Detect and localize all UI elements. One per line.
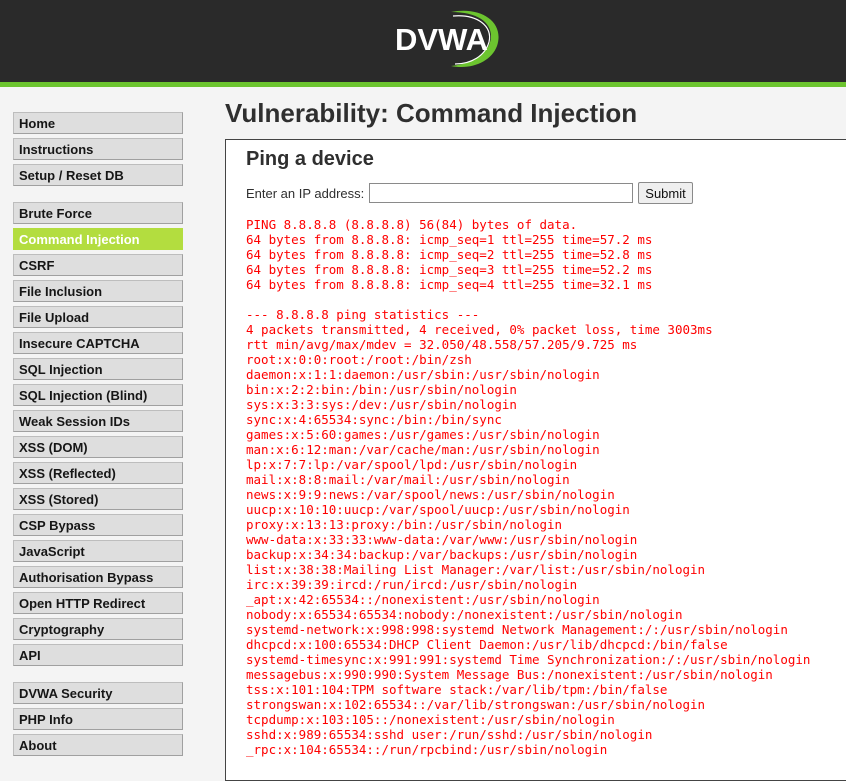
output-line: --- 8.8.8.8 ping statistics --- — [246, 307, 480, 322]
output-line: rtt min/avg/max/mdev = 32.050/48.558/57.… — [246, 337, 638, 352]
sidebar-item-brute-force[interactable]: Brute Force — [13, 202, 183, 224]
output-line: strongswan:x:102:65534::/var/lib/strongs… — [246, 697, 706, 712]
sidebar-item-php-info[interactable]: PHP Info — [13, 708, 183, 730]
output-line: news:x:9:9:news:/var/spool/news:/usr/sbi… — [246, 487, 615, 502]
sidebar-item-insecure-captcha[interactable]: Insecure CAPTCHA — [13, 332, 183, 354]
ping-form: Enter an IP address: Submit — [246, 182, 693, 204]
output-line: mail:x:8:8:mail:/var/mail:/usr/sbin/nolo… — [246, 472, 570, 487]
output-line: _rpc:x:104:65534::/run/rpcbind:/usr/sbin… — [246, 742, 608, 757]
sidebar-item-command-injection[interactable]: Command Injection — [13, 228, 183, 250]
section-title: Ping a device — [246, 148, 374, 170]
output-line: list:x:38:38:Mailing List Manager:/var/l… — [246, 562, 706, 577]
output-line: tss:x:101:104:TPM software stack:/var/li… — [246, 682, 668, 697]
output-line: daemon:x:1:1:daemon:/usr/sbin:/usr/sbin/… — [246, 367, 600, 382]
menu-group-vulnerabilities: Brute Force Command Injection CSRF File Inc… — [13, 202, 183, 666]
sidebar-item-xss-reflected[interactable]: XSS (Reflected) — [13, 462, 183, 484]
submit-button[interactable]: Submit — [638, 182, 693, 204]
sidebar-item-xss-stored[interactable]: XSS (Stored) — [13, 488, 183, 510]
ip-address-input[interactable] — [369, 183, 634, 203]
sidebar-item-cryptography[interactable]: Cryptography — [13, 618, 183, 640]
output-line: games:x:5:60:games:/usr/games:/usr/sbin/… — [246, 427, 600, 442]
output-line: man:x:6:12:man:/var/cache/man:/usr/sbin/… — [246, 442, 600, 457]
output-line: systemd-network:x:998:998:systemd Networ… — [246, 622, 788, 637]
output-line: _apt:x:42:65534::/nonexistent:/usr/sbin/… — [246, 592, 600, 607]
output-line: 64 bytes from 8.8.8.8: icmp_seq=4 ttl=25… — [246, 277, 653, 292]
sidebar-item-weak-session-ids[interactable]: Weak Session IDs — [13, 410, 183, 432]
output-line: root:x:0:0:root:/root:/bin/zsh — [246, 352, 472, 367]
output-line: 4 packets transmitted, 4 received, 0% pa… — [246, 322, 713, 337]
output-line: backup:x:34:34:backup:/var/backups:/usr/… — [246, 547, 638, 562]
output-line: 64 bytes from 8.8.8.8: icmp_seq=3 ttl=25… — [246, 262, 653, 277]
sidebar-item-sql-injection-blind[interactable]: SQL Injection (Blind) — [13, 384, 183, 406]
sidebar-menu: Home Instructions Setup / Reset DB Brute F… — [13, 112, 183, 760]
sidebar-item-authorisation-bypass[interactable]: Authorisation Bypass — [13, 566, 183, 588]
command-output: PING 8.8.8.8 (8.8.8.8) 56(84) bytes of d… — [246, 217, 810, 757]
output-line: tcpdump:x:103:105::/nonexistent:/usr/sbi… — [246, 712, 615, 727]
output-line: systemd-timesync:x:991:991:systemd Time … — [246, 652, 811, 667]
output-line: nobody:x:65534:65534:nobody:/nonexistent… — [246, 607, 683, 622]
sidebar-item-file-inclusion[interactable]: File Inclusion — [13, 280, 183, 302]
output-line: PING 8.8.8.8 (8.8.8.8) 56(84) bytes of d… — [246, 217, 578, 232]
menu-group-settings: DVWA Security PHP Info About — [13, 682, 183, 756]
output-line: messagebus:x:990:990:System Message Bus:… — [246, 667, 773, 682]
sidebar-item-instructions[interactable]: Instructions — [13, 138, 183, 160]
output-line: 64 bytes from 8.8.8.8: icmp_seq=1 ttl=25… — [246, 232, 653, 247]
output-line: lp:x:7:7:lp:/var/spool/lpd:/usr/sbin/nol… — [246, 457, 578, 472]
output-line: dhcpcd:x:100:65534:DHCP Client Daemon:/u… — [246, 637, 728, 652]
sidebar-item-dvwa-security[interactable]: DVWA Security — [13, 682, 183, 704]
output-line: uucp:x:10:10:uucp:/var/spool/uucp:/usr/s… — [246, 502, 630, 517]
output-line: www-data:x:33:33:www-data:/var/www:/usr/… — [246, 532, 638, 547]
logo-text: DVWA — [395, 22, 488, 57]
vulnerability-panel: Ping a device Enter an IP address: Submi… — [225, 139, 846, 781]
output-line: bin:x:2:2:bin:/bin:/usr/sbin/nologin — [246, 382, 517, 397]
sidebar-item-xss-dom[interactable]: XSS (DOM) — [13, 436, 183, 458]
sidebar-item-api[interactable]: API — [13, 644, 183, 666]
sidebar-item-setup-reset-db[interactable]: Setup / Reset DB — [13, 164, 183, 186]
sidebar-item-csp-bypass[interactable]: CSP Bypass — [13, 514, 183, 536]
ip-address-label: Enter an IP address: — [246, 185, 365, 201]
output-line: sshd:x:989:65534:sshd user:/run/sshd:/us… — [246, 727, 653, 742]
dvwa-logo[interactable]: DVWA — [393, 8, 501, 70]
output-line: sync:x:4:65534:sync:/bin:/bin/sync — [246, 412, 502, 427]
output-line: 64 bytes from 8.8.8.8: icmp_seq=2 ttl=25… — [246, 247, 653, 262]
output-line: proxy:x:13:13:proxy:/bin:/usr/sbin/nolog… — [246, 517, 563, 532]
sidebar-item-sql-injection[interactable]: SQL Injection — [13, 358, 183, 380]
sidebar-item-about[interactable]: About — [13, 734, 183, 756]
page-title: Vulnerability: Command Injection — [225, 98, 638, 128]
sidebar-item-file-upload[interactable]: File Upload — [13, 306, 183, 328]
output-line: irc:x:39:39:ircd:/run/ircd:/usr/sbin/nol… — [246, 577, 578, 592]
sidebar-item-home[interactable]: Home — [13, 112, 183, 134]
menu-group-main: Home Instructions Setup / Reset DB — [13, 112, 183, 186]
header-bar: DVWA — [0, 0, 846, 87]
sidebar-item-csrf[interactable]: CSRF — [13, 254, 183, 276]
output-line: sys:x:3:3:sys:/dev:/usr/sbin/nologin — [246, 397, 517, 412]
sidebar-item-open-http-redirect[interactable]: Open HTTP Redirect — [13, 592, 183, 614]
sidebar-item-javascript[interactable]: JavaScript — [13, 540, 183, 562]
